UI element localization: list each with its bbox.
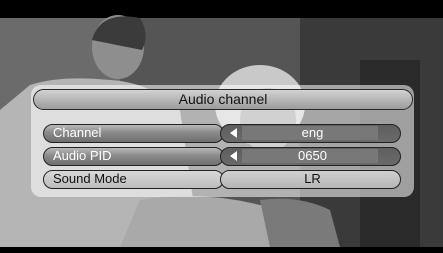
sound-mode-value: LR [304,171,321,186]
channel-label: Channel [43,124,224,143]
audio-pid-value: 0650 [298,148,327,163]
left-arrow-icon[interactable] [230,128,237,138]
channel-value: eng [301,125,324,140]
sound-mode-label: Sound Mode [43,170,224,189]
dialog-title: Audio channel [178,91,268,107]
sound-mode-row[interactable]: Sound Mode LR [43,170,403,189]
audio-pid-row[interactable]: Audio PID 0650 [43,147,403,166]
channel-row[interactable]: Channel eng [43,124,403,143]
audio-pid-label: Audio PID [43,147,224,166]
left-arrow-icon[interactable] [230,151,237,161]
